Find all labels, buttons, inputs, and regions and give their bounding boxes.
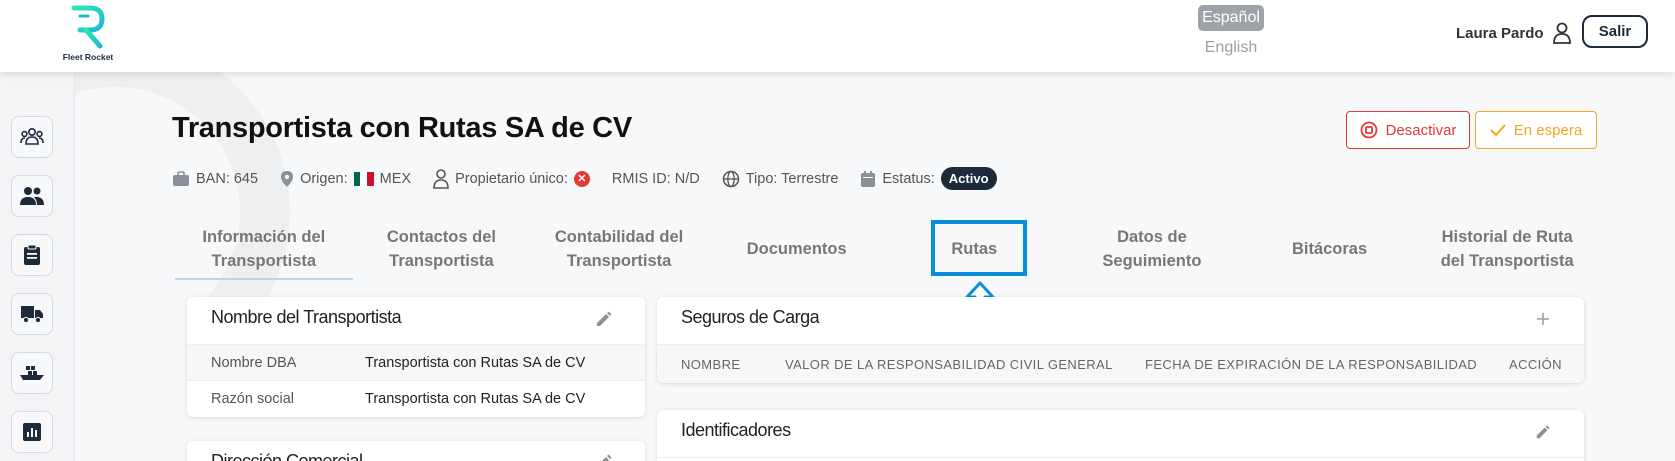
tab-label-line1: Datos de bbox=[1117, 228, 1187, 246]
fleet-rocket-logo-icon bbox=[71, 3, 105, 49]
tab-carrier-info[interactable]: Información del Transportista bbox=[175, 220, 353, 280]
card-title: Identificadores bbox=[681, 420, 791, 440]
clipboard-icon bbox=[24, 244, 40, 265]
tab-label-line1: Historial de Ruta bbox=[1441, 228, 1573, 246]
row-value: Transportista con Rutas SA de CV bbox=[365, 390, 586, 407]
user-name: Laura Pardo bbox=[1456, 24, 1544, 42]
check-icon bbox=[1490, 124, 1506, 137]
card-title: Dirección Comercial bbox=[211, 451, 363, 461]
identifiers-card: Identificadores bbox=[657, 410, 1584, 461]
tab-label-line1: Contactos del bbox=[386, 228, 496, 246]
sidebar-item-carriers[interactable] bbox=[11, 116, 53, 158]
status-label: Estatus: bbox=[882, 170, 935, 187]
table-row: Razón social Transportista con Rutas SA … bbox=[187, 380, 645, 416]
meta-status: Estatus: Activo bbox=[860, 167, 997, 190]
tab-label-line2: Seguimiento bbox=[1102, 252, 1202, 270]
tab-carrier-accounting[interactable]: Contabilidad del Transportista bbox=[530, 220, 708, 280]
sidebar-item-fleet[interactable] bbox=[11, 293, 53, 335]
tab-label-line2: del Transportista bbox=[1440, 252, 1574, 270]
origin-value: MEX bbox=[379, 170, 412, 187]
sidebar-item-tasks[interactable] bbox=[11, 234, 53, 276]
row-label: Nombre DBA bbox=[211, 354, 297, 371]
routes-tab-highlight bbox=[931, 220, 1027, 276]
top-bar: Fleet Rocket Español English Laura Pardo… bbox=[0, 0, 1675, 72]
cargo-insurance-card: Seguros de Carga NOMBRE VALOR DE LA RESP… bbox=[657, 297, 1584, 383]
card-title: Seguros de Carga bbox=[681, 307, 820, 327]
logout-button[interactable]: Salir bbox=[1582, 15, 1648, 48]
mexico-flag-icon bbox=[353, 171, 374, 186]
app-logo[interactable]: Fleet Rocket bbox=[58, 2, 118, 66]
ban-text: BAN: 645 bbox=[196, 170, 259, 187]
tab-tracking-data[interactable]: Datos de Seguimiento bbox=[1063, 220, 1241, 280]
meta-rmis: RMIS ID: N/D bbox=[612, 171, 700, 187]
meta-owner: Propietario único: ✕ bbox=[433, 168, 590, 189]
tab-label: Bitácoras bbox=[1291, 240, 1368, 258]
sidebar-item-reports[interactable] bbox=[11, 411, 53, 453]
tab-label-line2: Transportista bbox=[211, 252, 317, 270]
sidebar-item-shipping[interactable] bbox=[11, 352, 53, 394]
tab-label-line2: Transportista bbox=[566, 252, 672, 270]
carrier-meta: BAN: 645 Origen: MEX Propietario único: … bbox=[172, 167, 1019, 190]
edit-icon[interactable] bbox=[595, 453, 613, 461]
edit-icon[interactable] bbox=[1535, 424, 1551, 440]
sidebar-item-contacts[interactable] bbox=[11, 175, 53, 217]
table-row: Nombre DBA Transportista con Rutas SA de… bbox=[187, 344, 645, 380]
on-hold-label: En espera bbox=[1513, 121, 1583, 139]
tab-carrier-contacts[interactable]: Contactos del Transportista bbox=[353, 220, 531, 280]
carrier-tabs: Información del Transportista Contactos d… bbox=[175, 220, 1596, 280]
column-header-name: NOMBRE bbox=[681, 357, 741, 372]
row-label: Razón social bbox=[211, 390, 295, 407]
lang-option-es[interactable]: Español bbox=[1198, 5, 1264, 31]
logo-text: Fleet Rocket bbox=[62, 52, 114, 62]
tab-label-line1: Información del bbox=[202, 228, 326, 246]
rmis-text: RMIS ID: N/D bbox=[611, 170, 700, 187]
origin-label: Origen: bbox=[300, 170, 348, 187]
location-pin-icon bbox=[281, 170, 294, 187]
deactivate-button[interactable]: Desactivar bbox=[1346, 111, 1470, 149]
person-icon bbox=[433, 168, 449, 189]
commercial-address-card: Dirección Comercial bbox=[187, 441, 645, 461]
user-icon bbox=[1552, 22, 1571, 44]
lang-option-en[interactable]: English bbox=[1198, 39, 1264, 57]
user-menu[interactable]: Laura Pardo bbox=[1456, 22, 1572, 44]
page-title: Transportista con Rutas SA de CV bbox=[172, 112, 632, 144]
calendar-icon bbox=[861, 170, 876, 187]
sidebar bbox=[0, 72, 75, 461]
meta-type: Tipo: Terrestre bbox=[722, 170, 839, 188]
stop-circle-icon bbox=[1360, 121, 1377, 139]
column-header-expiration-date: FECHA DE EXPIRACIÓN DE LA RESPONSABILIDA… bbox=[1145, 357, 1478, 372]
meta-ban: BAN: 645 bbox=[172, 171, 258, 187]
close-circle-icon: ✕ bbox=[573, 170, 590, 187]
ship-icon bbox=[20, 366, 44, 380]
column-header-action: ACCIÓN bbox=[1509, 357, 1562, 372]
status-badge: Activo bbox=[940, 167, 997, 190]
card-title: Nombre del Transportista bbox=[211, 307, 402, 327]
language-switcher: Español English bbox=[1198, 5, 1264, 57]
chart-icon bbox=[23, 423, 41, 441]
carrier-name-card: Nombre del Transportista Nombre DBA Tran… bbox=[187, 297, 645, 417]
globe-icon bbox=[722, 170, 739, 187]
row-value: Transportista con Rutas SA de CV bbox=[365, 354, 586, 371]
briefcase-icon bbox=[173, 170, 189, 186]
people-icon bbox=[20, 187, 44, 205]
divider bbox=[657, 457, 1584, 458]
meta-origin: Origen: MEX bbox=[280, 170, 411, 188]
plus-icon[interactable] bbox=[1536, 312, 1550, 326]
tab-documents[interactable]: Documentos bbox=[708, 220, 886, 280]
tab-label-line1: Contabilidad del bbox=[554, 228, 684, 246]
owner-label: Propietario único: bbox=[455, 170, 568, 187]
users-group-icon bbox=[20, 127, 44, 145]
edit-icon[interactable] bbox=[595, 310, 613, 328]
tab-logs[interactable]: Bitácoras bbox=[1241, 220, 1419, 280]
tab-label: Documentos bbox=[746, 240, 847, 258]
truck-icon bbox=[21, 306, 43, 324]
table-header: NOMBRE VALOR DE LA RESPONSABILIDAD CIVIL… bbox=[657, 344, 1584, 383]
on-hold-button[interactable]: En espera bbox=[1475, 111, 1597, 149]
deactivate-label: Desactivar bbox=[1385, 121, 1457, 139]
type-text: Tipo: Terrestre bbox=[745, 170, 839, 187]
column-header-liability-value: VALOR DE LA RESPONSABILIDAD CIVIL GENERA… bbox=[785, 357, 1113, 372]
tab-label-line2: Transportista bbox=[389, 252, 494, 270]
tab-route-history[interactable]: Historial de Ruta del Transportista bbox=[1418, 220, 1596, 280]
